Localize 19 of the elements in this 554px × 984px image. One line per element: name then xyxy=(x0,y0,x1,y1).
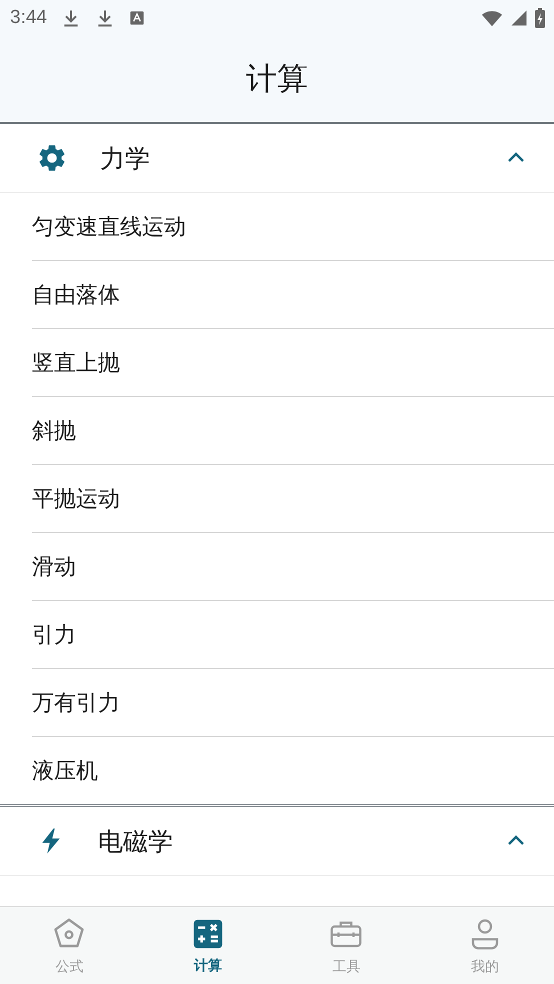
section-title: 力学 xyxy=(100,142,150,174)
list-item[interactable]: 引力 xyxy=(32,601,554,669)
page-title: 计算 xyxy=(245,60,309,99)
section-title: 电磁学 xyxy=(98,826,173,858)
keyboard-icon xyxy=(128,10,145,26)
section-header[interactable]: 力学 xyxy=(0,124,554,193)
signal-icon xyxy=(510,9,528,27)
status-time: 3:44 xyxy=(10,7,47,29)
list-item[interactable]: 平抛运动 xyxy=(32,465,554,533)
list-item[interactable]: 竖直上抛 xyxy=(32,329,554,397)
list-item[interactable]: 匀变速直线运动 xyxy=(32,193,554,261)
list-item[interactable]: 万有引力 xyxy=(32,669,554,737)
list-item[interactable]: 滑动 xyxy=(32,533,554,601)
list-item[interactable]: 自由落体 xyxy=(32,261,554,329)
list-item[interactable]: 斜抛 xyxy=(32,397,554,465)
battery-icon xyxy=(534,7,546,29)
list-item[interactable]: 液压机 xyxy=(32,737,554,804)
nav-tab[interactable]: 计算 xyxy=(138,907,277,984)
section-header[interactable]: 电磁学 xyxy=(0,807,554,876)
